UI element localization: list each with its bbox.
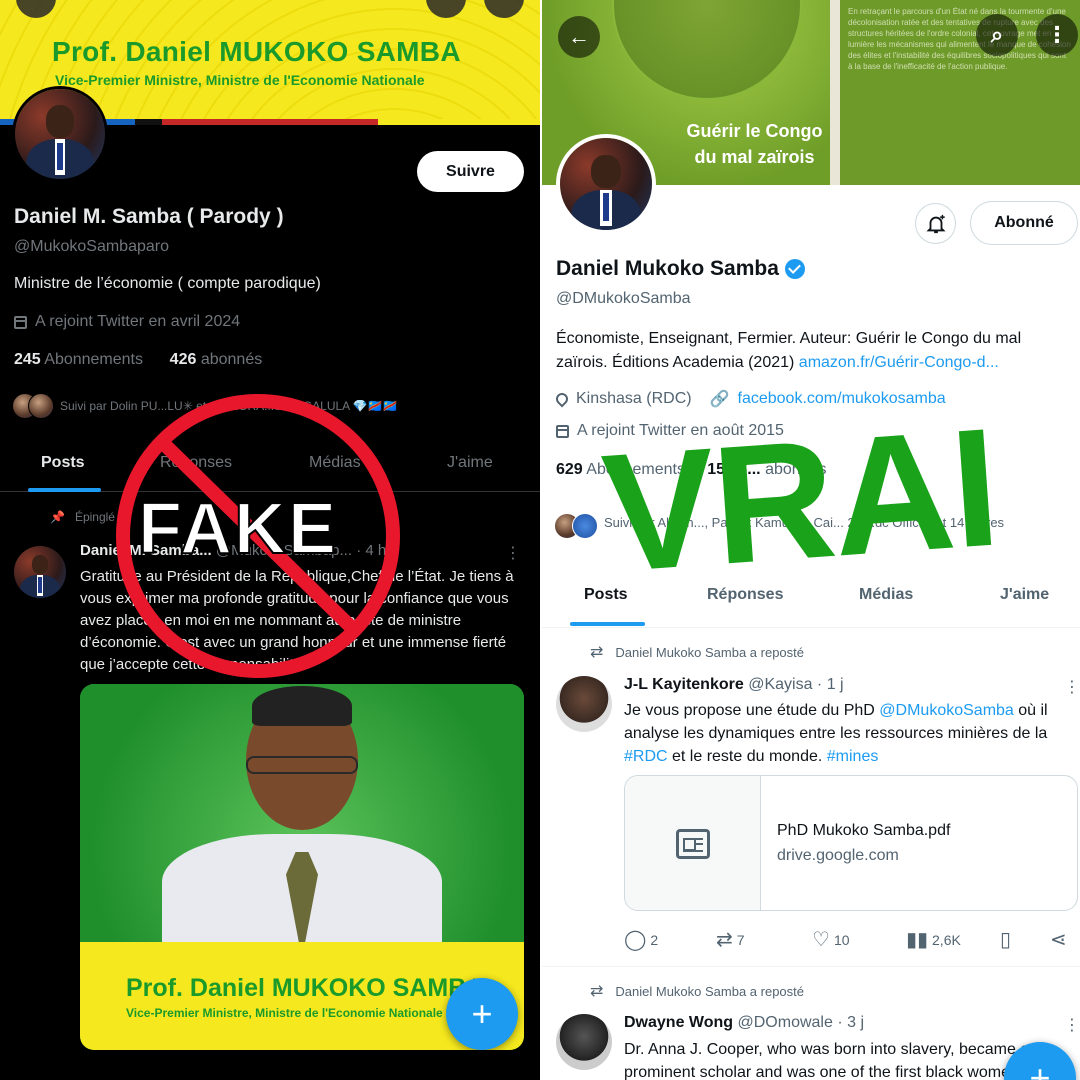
followers-link[interactable]: 426 abonnés [170, 351, 263, 368]
active-tab-indicator [570, 622, 645, 626]
subscribed-button[interactable]: Abonné [970, 201, 1078, 245]
profile-bio: Ministre de l’économie ( compte parodiqu… [14, 275, 321, 292]
repost-label: ⇄ Daniel Mukoko Samba a reposté [590, 983, 805, 1000]
views-button[interactable]: ▮▮ 2,6K [906, 927, 961, 952]
repost-icon: ⇄ [590, 644, 604, 661]
post-more-icon[interactable]: ⋮ [1064, 1015, 1080, 1035]
banner-subtitle: Vice-Premier Ministre, Ministre de l'Eco… [55, 72, 425, 88]
card-thumbnail [625, 776, 761, 910]
profile-avatar[interactable] [12, 86, 108, 182]
profile-name: Daniel Mukoko Samba [556, 257, 779, 280]
follow-button[interactable]: Suivre [417, 151, 524, 192]
compose-button[interactable]: + [446, 978, 518, 1050]
follower-avatar [572, 513, 598, 539]
post-avatar[interactable] [556, 1014, 612, 1070]
following-link[interactable]: 245 Abonnements [14, 351, 143, 368]
location-icon [553, 390, 571, 408]
post-time: · 3 j [837, 1014, 864, 1031]
post-handle: @DOmowale [737, 1014, 833, 1031]
repost-icon: ⇄ [716, 929, 733, 951]
post-actions: ◯ 2 ⇄ 7 ♡ 10 ▮▮ 2,6K ▯ ⋖ [624, 927, 1080, 951]
profile-name: Daniel M. Samba ( Parody ) [14, 205, 284, 228]
card-title: PhD Mukoko Samba.pdf [777, 822, 951, 839]
repost-button[interactable]: ⇄ 7 [716, 927, 745, 952]
post-author: J-L Kayitenkore [624, 676, 744, 693]
profile-avatar[interactable] [556, 134, 656, 234]
link-card[interactable]: PhD Mukoko Samba.pdf drive.google.com [624, 775, 1078, 911]
post-avatar[interactable] [556, 676, 612, 732]
mention-link[interactable]: @DMukokoSamba [879, 702, 1014, 719]
repost-icon: ⇄ [590, 983, 604, 1000]
post-more-icon[interactable]: ⋮ [1064, 677, 1080, 697]
post-header: J-L Kayitenkore @Kayisa · 1 j [624, 676, 844, 694]
document-icon [675, 829, 710, 859]
profile-handle: @MukokoSambaparo [14, 238, 169, 255]
hashtag-link[interactable]: #RDC [624, 748, 668, 765]
profile-name-row: Daniel Mukoko Samba [556, 257, 805, 281]
profile-bio: Économiste, Enseignant, Fermier. Auteur:… [556, 330, 1022, 371]
like-button[interactable]: ♡ 10 [812, 927, 850, 952]
post-handle: @Kayisa [748, 676, 813, 693]
post-separator [542, 966, 1080, 967]
fake-profile-screenshot: Prof. Daniel MUKOKO SAMBA Vice-Premier M… [0, 0, 540, 1080]
verified-badge-icon [784, 259, 805, 279]
post-author: Dwayne Wong [624, 1014, 734, 1031]
reply-button[interactable]: ◯ 2 [624, 927, 658, 952]
link-icon: 🔗 [709, 391, 730, 408]
share-icon[interactable]: ⋖ [1050, 927, 1067, 952]
card-domain: drive.google.com [777, 847, 899, 864]
post-more-icon[interactable]: ⋮ [505, 543, 521, 563]
heart-icon: ♡ [812, 929, 830, 951]
search-icon[interactable]: ⌕ [976, 14, 1018, 56]
tab-likes[interactable]: J'aime [1000, 586, 1049, 604]
calendar-icon [556, 424, 569, 438]
post-header: Dwayne Wong @DOmowale · 3 j [624, 1014, 864, 1032]
book-title: Guérir le Congo du mal zaïrois [686, 121, 823, 167]
reply-icon: ◯ [624, 929, 647, 951]
vrai-stamp-text: VRAI [597, 392, 1003, 608]
tab-posts[interactable]: Posts [41, 454, 85, 472]
post-time: · 1 j [816, 676, 844, 693]
follower-avatar [28, 393, 54, 419]
real-profile-screenshot: Guérir le Congo du mal zaïrois En retraç… [542, 0, 1080, 1080]
bookmark-icon[interactable]: ▯ [1000, 927, 1011, 952]
hashtag-link[interactable]: #mines [827, 748, 879, 765]
follow-stats: 245 Abonnements 426 abonnés [14, 351, 262, 369]
active-tab-indicator [28, 488, 101, 492]
back-arrow-icon[interactable]: ← [558, 16, 600, 58]
image-title: Prof. Daniel MUKOKO SAMBA [126, 974, 485, 1002]
pinned-label: 📌 Épinglé [50, 510, 115, 524]
pin-icon: 📌 [50, 510, 65, 524]
joined-text: A rejoint Twitter en avril 2024 [35, 313, 241, 330]
joined-date: A rejoint Twitter en avril 2024 [14, 313, 240, 331]
post-avatar[interactable] [14, 546, 66, 598]
calendar-icon [14, 315, 27, 329]
more-options-icon[interactable]: ⋮ [1036, 14, 1078, 56]
notification-bell-icon[interactable] [915, 203, 956, 244]
tab-likes[interactable]: J'aime [447, 454, 493, 472]
profile-handle: @DMukokoSamba [556, 290, 691, 307]
bio-link[interactable]: amazon.fr/Guérir-Congo-d... [799, 354, 999, 371]
views-icon: ▮▮ [906, 929, 929, 951]
post-text: Je vous propose une étude du PhD @DMukok… [624, 702, 1048, 765]
repost-label: ⇄ Daniel Mukoko Samba a reposté [590, 644, 805, 661]
fake-stamp-text: FAKE [137, 488, 339, 570]
banner-title: Prof. Daniel MUKOKO SAMBA [52, 36, 461, 67]
image-subtitle: Vice-Premier Ministre, Ministre de l'Eco… [126, 1006, 443, 1020]
location-text: Kinshasa (RDC) [576, 390, 692, 407]
